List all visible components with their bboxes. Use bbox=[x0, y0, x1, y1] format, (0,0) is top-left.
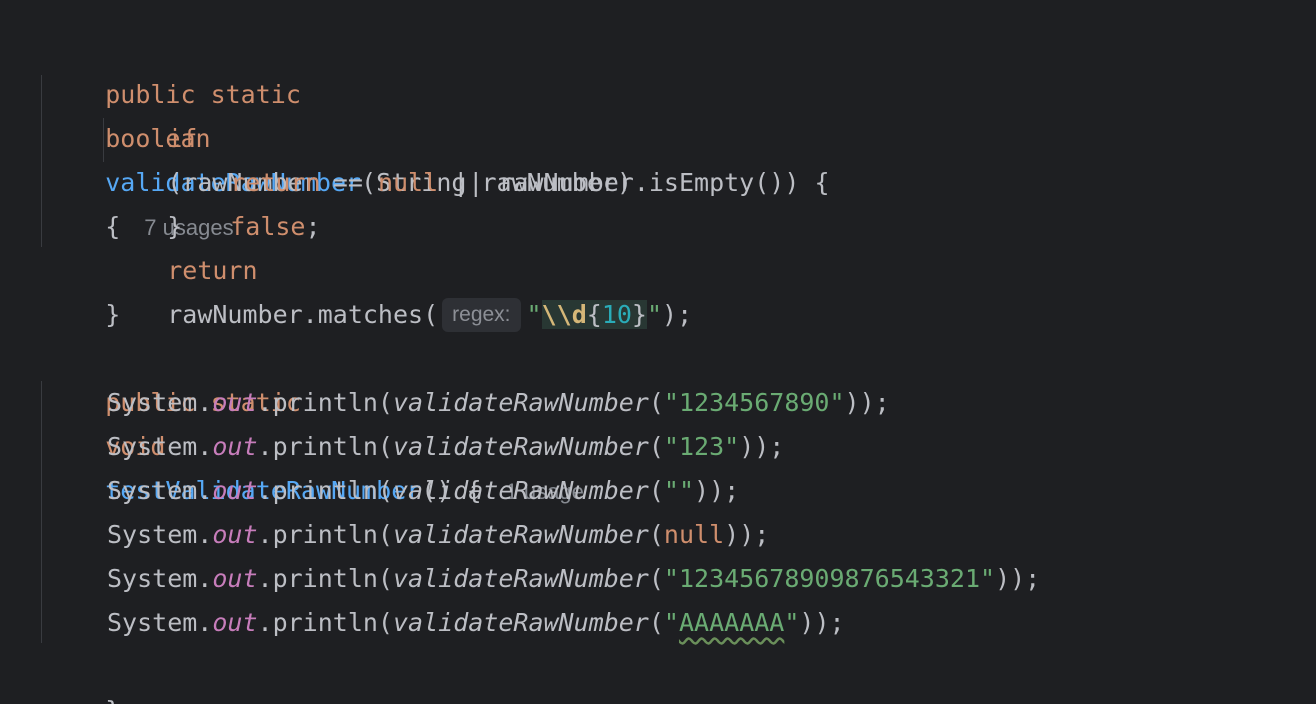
println-call: .println( bbox=[257, 608, 393, 637]
println-call: .println( bbox=[257, 564, 393, 593]
receiver: System. bbox=[107, 432, 213, 461]
call-close: )); bbox=[694, 476, 740, 505]
quote-open: " bbox=[526, 300, 542, 329]
return-matches-statement[interactable]: return rawNumber.matches(regex: "\\d{10}"… bbox=[107, 205, 692, 332]
receiver: System. bbox=[107, 520, 213, 549]
validate-call: validateRawNumber bbox=[392, 520, 649, 549]
quote-close: " bbox=[784, 608, 800, 637]
parameter-hint: regex: bbox=[442, 298, 521, 332]
println-call: .println( bbox=[257, 476, 393, 505]
call-close: )); bbox=[739, 432, 785, 461]
out-field: out bbox=[212, 564, 258, 593]
regex-literal[interactable]: \\d{10} bbox=[541, 300, 647, 329]
indent-guide bbox=[41, 75, 42, 247]
quote-close: " bbox=[646, 300, 663, 329]
paren-open: ( bbox=[648, 608, 664, 637]
println-statement[interactable]: System.out.println(validateRawNumber("12… bbox=[107, 381, 890, 425]
indent-guide bbox=[41, 381, 42, 643]
println-statement[interactable]: System.out.println(validateRawNumber("12… bbox=[107, 425, 784, 469]
validate-call: validateRawNumber bbox=[392, 432, 649, 461]
out-field: out bbox=[212, 432, 258, 461]
method-close-brace[interactable]: } bbox=[45, 249, 120, 329]
call-close: )); bbox=[995, 564, 1041, 593]
out-field: out bbox=[212, 520, 258, 549]
regex-escape: \\d bbox=[541, 300, 587, 329]
code-editor[interactable]: public static boolean validateRawNumber(… bbox=[0, 0, 1316, 704]
receiver: System. bbox=[107, 388, 213, 417]
return-keyword: return bbox=[230, 168, 321, 197]
argument: "123" bbox=[663, 432, 740, 461]
println-call: .println( bbox=[257, 520, 393, 549]
argument: "1234567890" bbox=[663, 388, 845, 417]
validate-call: validateRawNumber bbox=[392, 476, 649, 505]
argument: "12345678909876543321" bbox=[663, 564, 996, 593]
null-keyword: null bbox=[377, 168, 439, 197]
brace-close: } bbox=[105, 300, 121, 329]
paren-open: ( bbox=[648, 520, 664, 549]
argument: "" bbox=[663, 476, 695, 505]
receiver: System. bbox=[107, 564, 213, 593]
method-close-brace[interactable]: } bbox=[45, 645, 120, 704]
paren-open: ( bbox=[648, 564, 664, 593]
quote-open: " bbox=[663, 608, 679, 637]
method-signature[interactable]: public static void testValidateRawNumber… bbox=[45, 337, 584, 505]
call-close: )); bbox=[844, 388, 890, 417]
println-call: .println( bbox=[257, 432, 393, 461]
paren-open: ( bbox=[648, 432, 664, 461]
out-field: out bbox=[212, 388, 258, 417]
matches-call: rawNumber.matches( bbox=[167, 300, 439, 329]
out-field: out bbox=[212, 608, 258, 637]
return-keyword: return bbox=[167, 256, 258, 285]
regex-brace-close: } bbox=[631, 300, 647, 329]
println-statement[interactable]: System.out.println(validateRawNumber("")… bbox=[107, 469, 739, 513]
argument: null bbox=[663, 520, 725, 549]
inner-close-brace[interactable]: } bbox=[107, 161, 182, 241]
return-false-statement[interactable]: return false; bbox=[170, 117, 320, 241]
call-close: )); bbox=[724, 520, 770, 549]
warning-argument[interactable]: AAAAAAA bbox=[679, 608, 784, 637]
method-signature[interactable]: public static boolean validateRawNumber(… bbox=[45, 29, 632, 241]
call-suffix: ); bbox=[662, 300, 693, 329]
validate-call: validateRawNumber bbox=[392, 608, 649, 637]
receiver: System. bbox=[107, 608, 213, 637]
brace-close: } bbox=[105, 696, 120, 704]
receiver: System. bbox=[107, 476, 213, 505]
println-call: .println( bbox=[257, 388, 393, 417]
if-condition-b: || rawNumber.isEmpty()) { bbox=[438, 168, 830, 197]
out-field: out bbox=[212, 476, 258, 505]
println-statement[interactable]: System.out.println(validateRawNumber(nul… bbox=[107, 513, 769, 557]
if-statement[interactable]: if (rawNumber == null || rawNumber.isEmp… bbox=[107, 73, 829, 197]
println-statement[interactable]: System.out.println(validateRawNumber("AA… bbox=[107, 601, 845, 645]
regex-brace-open: { bbox=[586, 300, 602, 329]
regex-quantifier: 10 bbox=[601, 300, 632, 329]
call-close: )); bbox=[799, 608, 845, 637]
paren-open: ( bbox=[648, 388, 664, 417]
println-statement[interactable]: System.out.println(validateRawNumber("12… bbox=[107, 557, 1040, 601]
validate-call: validateRawNumber bbox=[392, 388, 649, 417]
validate-call: validateRawNumber bbox=[392, 564, 649, 593]
paren-open: ( bbox=[648, 476, 664, 505]
